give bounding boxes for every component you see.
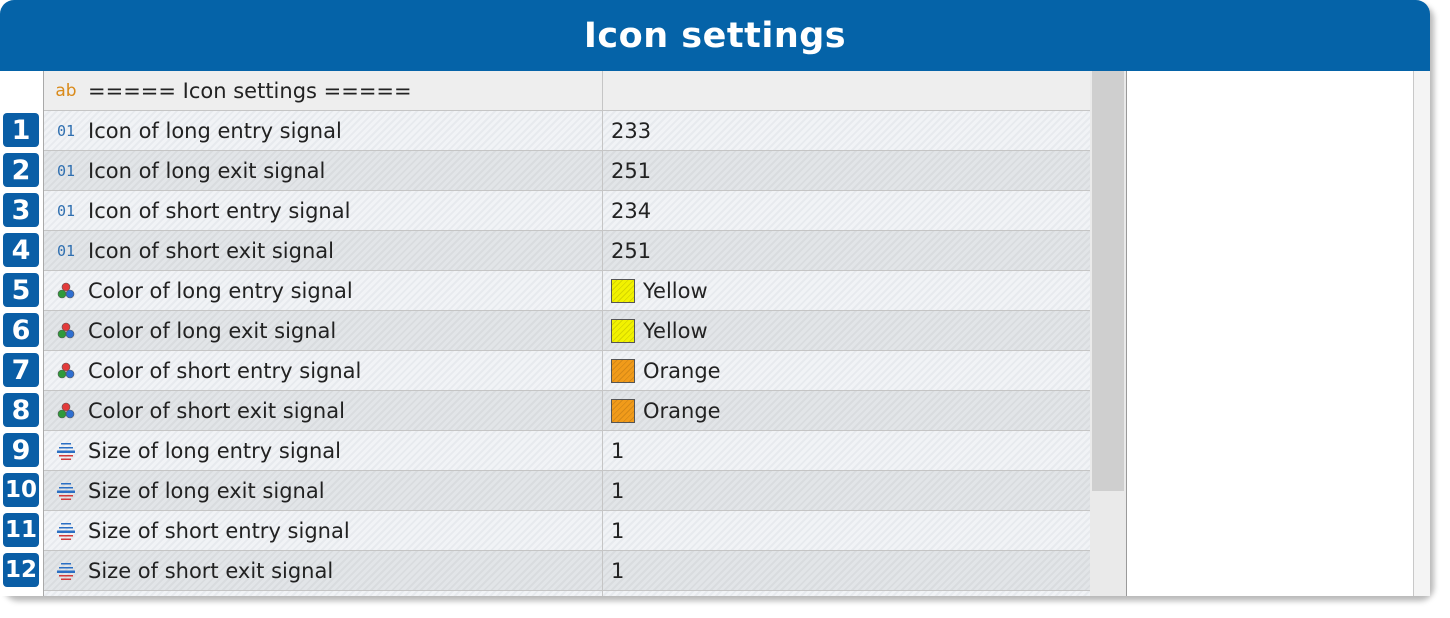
property-row[interactable]: Color of long exit signal Yellow [44, 311, 1090, 351]
property-value-text: Orange [643, 358, 721, 383]
property-value[interactable]: 251 [602, 151, 1090, 190]
line-width-icon [44, 511, 88, 550]
property-value[interactable]: 234 [602, 191, 1090, 230]
icon-glyph: 01 [56, 201, 76, 220]
color-palette-icon [44, 391, 88, 430]
row-number-badge: 4 [3, 233, 39, 267]
partial-row-value-cell [602, 591, 1090, 596]
property-value-text: 1 [611, 478, 625, 503]
property-value[interactable]: Yellow [602, 271, 1090, 310]
property-value-text: 234 [611, 198, 652, 223]
property-value[interactable]: Yellow [602, 311, 1090, 350]
color-palette-icon [44, 311, 88, 350]
property-name: Color of long exit signal [88, 318, 337, 343]
property-value-text: Yellow [643, 318, 708, 343]
property-value[interactable]: Orange [602, 351, 1090, 390]
property-row[interactable]: 01 Icon of short exit signal 251 [44, 231, 1090, 271]
row-number-strip: 1 2 3 4 5 6 7 8 9 10 11 12 [0, 71, 44, 596]
property-name: Size of short exit signal [88, 558, 334, 583]
property-row[interactable]: Color of short entry signal Orange [44, 351, 1090, 391]
panel-title: Icon settings [0, 0, 1430, 71]
property-row[interactable]: Color of long entry signal Yellow [44, 271, 1090, 311]
property-value-text: 1 [611, 518, 625, 543]
integer-icon: 01 [44, 191, 88, 230]
property-row[interactable]: 01 Icon of long exit signal 251 [44, 151, 1090, 191]
scrollbar-thumb[interactable] [1092, 71, 1124, 491]
property-name: Size of long exit signal [88, 478, 325, 503]
partial-row [44, 591, 1090, 596]
property-value[interactable] [602, 71, 1090, 110]
right-edge-strip [1414, 71, 1430, 596]
property-row[interactable]: Color of short exit signal Orange [44, 391, 1090, 431]
property-name: Icon of short entry signal [88, 198, 351, 223]
property-name: Icon of long entry signal [88, 118, 342, 143]
property-value[interactable]: 251 [602, 231, 1090, 270]
property-name: Color of short entry signal [88, 358, 362, 383]
row-number-badge: 8 [3, 393, 39, 427]
property-name: Color of long entry signal [88, 278, 353, 303]
color-swatch [611, 318, 635, 343]
property-value-text: 251 [611, 238, 652, 263]
vertical-scrollbar[interactable] [1090, 71, 1127, 596]
property-name: ===== Icon settings ===== [88, 78, 412, 103]
property-row[interactable]: Size of long exit signal 1 [44, 471, 1090, 511]
property-value[interactable]: 233 [602, 111, 1090, 150]
property-value[interactable]: 1 [602, 551, 1090, 590]
property-value-text: Orange [643, 398, 721, 423]
properties-grid: ab ===== Icon settings ===== 01 Icon of lon… [44, 71, 1090, 596]
property-value-text: 251 [611, 158, 652, 183]
row-number-badge: 12 [3, 553, 39, 587]
property-name: Size of short entry signal [88, 518, 350, 543]
icon-glyph: 01 [56, 161, 76, 180]
integer-icon: 01 [44, 111, 88, 150]
property-row[interactable]: Size of short entry signal 1 [44, 511, 1090, 551]
property-row[interactable]: 01 Icon of short entry signal 234 [44, 191, 1090, 231]
property-value-text: 233 [611, 118, 652, 143]
property-name: Icon of long exit signal [88, 158, 326, 183]
line-width-icon [44, 551, 88, 590]
row-number-badge: 7 [3, 353, 39, 387]
color-swatch [611, 398, 635, 423]
icon-glyph: 01 [56, 121, 76, 140]
integer-icon: 01 [44, 231, 88, 270]
row-number-badge: 5 [3, 273, 39, 307]
line-width-icon [44, 431, 88, 470]
row-number-badge: 9 [3, 433, 39, 467]
ab-icon: ab [44, 71, 88, 110]
property-name: Color of short exit signal [88, 398, 345, 423]
property-value[interactable]: 1 [602, 431, 1090, 470]
property-value-text: 1 [611, 438, 625, 463]
section-header-row[interactable]: ab ===== Icon settings ===== [44, 71, 1090, 111]
partial-row-icon-cell [44, 591, 88, 596]
property-row[interactable]: 01 Icon of long entry signal 233 [44, 111, 1090, 151]
color-palette-icon [44, 271, 88, 310]
icon-glyph: 01 [56, 241, 76, 260]
property-name: Size of long entry signal [88, 438, 342, 463]
settings-panel: Icon settings 1 2 3 4 5 6 7 8 9 10 11 12 ab ===== Ic… [0, 0, 1430, 596]
property-value[interactable]: 1 [602, 471, 1090, 510]
property-row[interactable]: Size of long entry signal 1 [44, 431, 1090, 471]
row-number-badge: 3 [3, 193, 39, 227]
color-swatch [611, 278, 635, 303]
property-value-text: 1 [611, 558, 625, 583]
property-name: Icon of short exit signal [88, 238, 334, 263]
property-row[interactable]: Size of short exit signal 1 [44, 551, 1090, 591]
row-number-badge: 1 [3, 113, 39, 147]
property-value-text: Yellow [643, 278, 708, 303]
property-value[interactable]: Orange [602, 391, 1090, 430]
row-number-badge: 10 [3, 473, 39, 507]
row-number-badge: 6 [3, 313, 39, 347]
row-number-badge: 11 [3, 513, 39, 547]
right-pane [1127, 71, 1414, 596]
property-value[interactable]: 1 [602, 511, 1090, 550]
line-width-icon [44, 471, 88, 510]
integer-icon: 01 [44, 151, 88, 190]
icon-glyph: ab [55, 80, 77, 101]
row-number-badge: 2 [3, 153, 39, 187]
color-swatch [611, 358, 635, 383]
color-palette-icon [44, 351, 88, 390]
